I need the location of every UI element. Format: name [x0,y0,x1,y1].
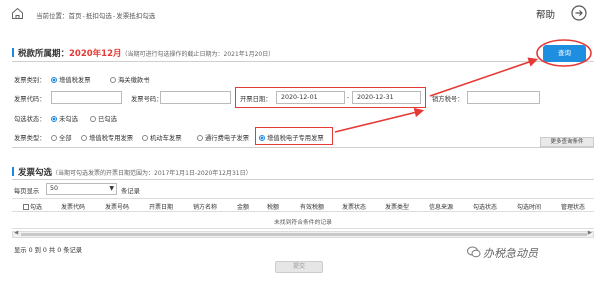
column-header: 管理状态 [561,204,586,211]
column-select[interactable]: 勾选 [23,202,42,211]
column-header: 发票号码 [105,204,130,211]
scroll-right-icon[interactable]: ▶ [588,230,592,236]
radio-unchecked-icon [197,135,203,141]
watermark: 办税急动员 [483,247,538,260]
divider [12,147,594,148]
seller-tax-id-input[interactable] [467,91,540,104]
radio-checked-icon [51,116,57,122]
breadcrumb-current: 发票抵扣勾选 [116,12,156,20]
empty-table-message: 未找到符合条件的记录 [12,218,594,229]
column-header: 金额 [237,204,250,211]
invoice-number-input[interactable] [160,91,231,104]
invoice-date-label: 开票日期： [240,96,272,103]
top-bar: 当前位置：首页-抵扣勾选-发票抵扣勾选 帮助 [0,0,600,30]
date-to-input[interactable]: 2020-12-31 [352,91,421,104]
page-size-label: 每页显示 [14,188,40,195]
invoice-select-note: （当期可勾选发票的开票日期范围为：2017年1月1日-2020年12月31日） [52,170,252,177]
page-size-unit: 条记录 [121,188,140,195]
breadcrumb-home[interactable]: 首页 [69,12,82,20]
column-header: 发票类型 [385,204,410,211]
wechat-logo-icon [467,246,481,258]
record-summary: 显示 0 到 0 共 0 条记录 [14,247,83,254]
checkbox-icon[interactable] [23,204,29,210]
radio-unchecked-icon [90,116,96,122]
breadcrumb: 当前位置：首页-抵扣勾选-发票抵扣勾选 [36,12,156,20]
invoice-number-label: 发票号码： [131,96,163,103]
select-status-label: 勾选状态： [14,116,46,123]
divider [12,179,594,180]
radio-checked-icon [51,77,57,83]
radio-customs-payment[interactable]: 海关缴款书 [110,75,149,84]
column-header: 有效税额 [300,204,325,211]
radio-type-toll-e[interactable]: 通行费电子发票 [197,133,249,142]
invoice-code-label: 发票代码： [14,96,46,103]
arrow-right-circle-icon[interactable] [571,5,587,21]
radio-unchecked-icon [110,77,116,83]
breadcrumb-label: 当前位置： [36,12,69,20]
radio-unchecked-icon [142,135,148,141]
column-header: 勾选时间 [517,204,542,211]
horizontal-scrollbar[interactable]: ◀ ▶ [12,230,594,238]
column-header: 信息来源 [429,204,454,211]
query-button[interactable]: 查询 [543,45,586,62]
tax-period-value: 2020年12月 [69,49,122,59]
column-header: 发票状态 [342,204,367,211]
radio-selected[interactable]: 已勾选 [90,114,117,123]
seller-tax-id-label: 销方税号： [432,96,464,103]
home-icon[interactable] [11,7,24,20]
invoice-type-label: 发票类型： [14,135,46,142]
more-conditions-button[interactable]: 更多查询条件 [540,137,594,147]
chevron-down-icon: ▼ [109,185,114,192]
column-header: 发票代码 [61,204,86,211]
radio-vat-invoice[interactable]: 增值税发票 [51,75,90,84]
divider [12,61,594,62]
submit-button[interactable]: 提交 [275,261,323,273]
radio-type-vat-special[interactable]: 增值税专用发票 [81,133,133,142]
radio-unchecked-icon [51,135,57,141]
radio-type-all[interactable]: 全部 [51,133,72,142]
table-header: 勾选 发票代码 发票号码 开票日期 销方名称 金额 税额 有效税额 发票状态 发… [12,198,594,212]
radio-type-vat-e-special[interactable]: 增值税电子专用发票 [259,133,324,142]
column-header: 勾选状态 [473,204,498,211]
column-header: 税额 [267,204,280,211]
page-size-select[interactable]: 50 ▼ [46,183,117,195]
radio-checked-icon [259,135,265,141]
invoice-select-heading: 发票勾选（当期可勾选发票的开票日期范围为：2017年1月1日-2020年12月3… [12,166,252,178]
help-link[interactable]: 帮助 [536,7,555,21]
radio-unchecked-icon [81,135,87,141]
tax-period-note: （当期可进行勾选操作的截止日期为：2021年1月20日） [121,51,275,58]
column-header: 销方名称 [193,204,218,211]
tax-period-heading: 税款所属期：2020年12月（当期可进行勾选操作的截止日期为：2021年1月20… [12,47,274,59]
invoice-category-label: 发票类别： [14,77,46,84]
scrollbar-thumb[interactable] [21,233,587,236]
radio-unselected[interactable]: 未勾选 [51,114,78,123]
date-from-input[interactable]: 2020-12-01 [276,91,345,104]
invoice-code-input[interactable] [51,91,122,104]
scroll-left-icon[interactable]: ◀ [14,230,18,236]
radio-type-vehicle[interactable]: 机动车发票 [142,133,181,142]
breadcrumb-deduction[interactable]: 抵扣勾选 [86,12,112,20]
column-header: 开票日期 [149,204,174,211]
